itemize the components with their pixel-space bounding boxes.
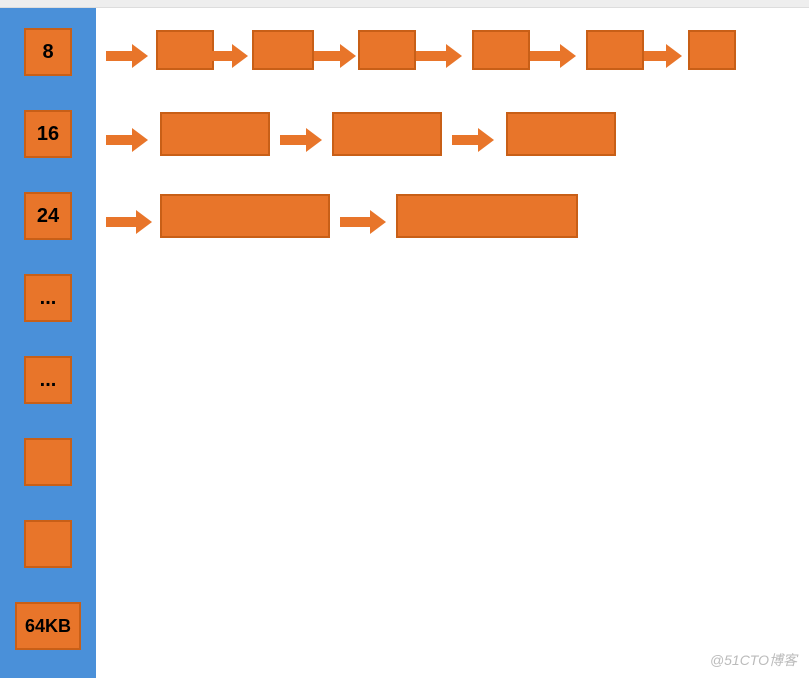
freelist-block	[358, 30, 416, 70]
freelist-block	[156, 30, 214, 70]
link-arrow-icon	[210, 44, 248, 68]
slab-slot-label: ...	[40, 369, 57, 392]
diagram-canvas: 8 16 24 ... ... 64KB @51CTO博客	[0, 8, 809, 678]
slab-slot-label: ...	[40, 287, 57, 310]
slab-slot-empty	[24, 520, 72, 568]
slab-slot-more: ...	[24, 356, 72, 404]
link-arrow-icon	[644, 44, 682, 68]
slab-slot-label: 64KB	[25, 616, 71, 637]
freelist-block	[688, 30, 736, 70]
link-arrow-icon	[416, 44, 462, 68]
watermark-text: @51CTO博客	[710, 650, 797, 670]
slab-slot-64kb: 64KB	[15, 602, 81, 650]
window-top-bar	[0, 0, 809, 8]
slab-slot-label: 24	[37, 205, 59, 228]
freelist-block	[472, 30, 530, 70]
link-arrow-icon	[452, 128, 494, 152]
link-arrow-icon	[106, 44, 148, 68]
slab-slot-8: 8	[24, 28, 72, 76]
freelist-block	[160, 112, 270, 156]
freelist-block	[332, 112, 442, 156]
link-arrow-icon	[340, 210, 386, 234]
link-arrow-icon	[530, 44, 576, 68]
slab-slot-label: 8	[42, 41, 53, 64]
link-arrow-icon	[314, 44, 356, 68]
link-arrow-icon	[106, 128, 148, 152]
freelist-block	[160, 194, 330, 238]
freelist-block	[506, 112, 616, 156]
slab-slot-label: 16	[37, 123, 59, 146]
freelist-block	[396, 194, 578, 238]
link-arrow-icon	[280, 128, 322, 152]
link-arrow-icon	[106, 210, 152, 234]
slab-slot-empty	[24, 438, 72, 486]
freelist-block	[586, 30, 644, 70]
slab-slot-more: ...	[24, 274, 72, 322]
slab-slot-24: 24	[24, 192, 72, 240]
freelist-block	[252, 30, 314, 70]
slab-slot-16: 16	[24, 110, 72, 158]
slab-index-sidebar	[0, 8, 96, 678]
